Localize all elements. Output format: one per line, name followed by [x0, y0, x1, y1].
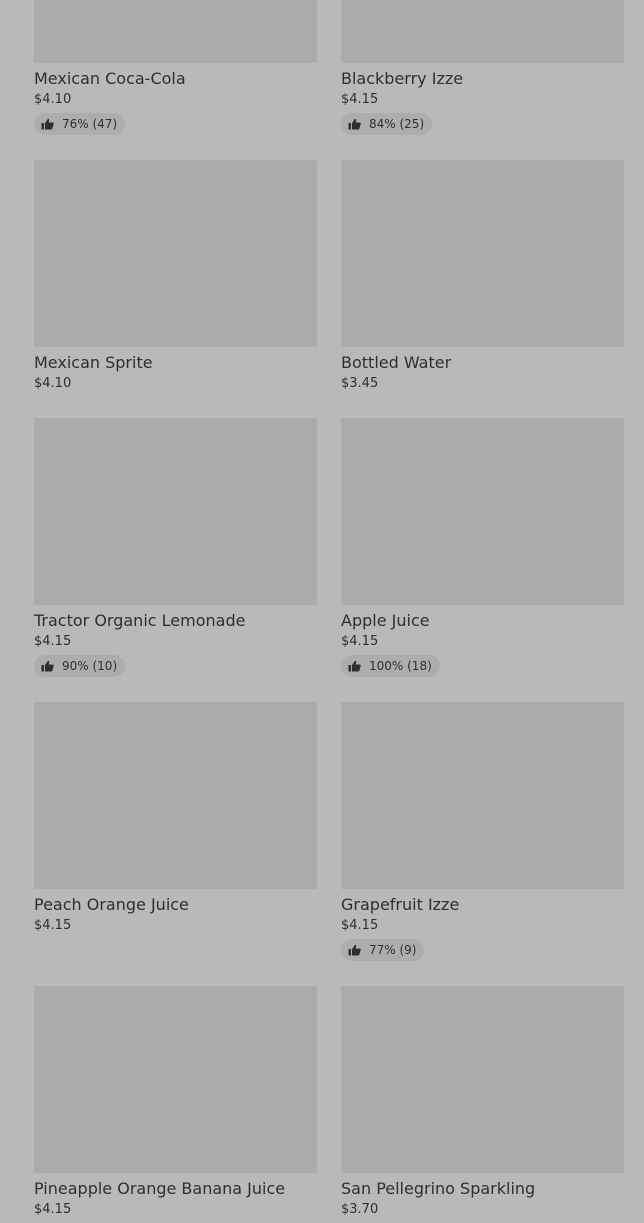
- item-price: $3.45: [341, 376, 379, 391]
- thumbs-up-icon: [41, 660, 54, 672]
- rating-badge: 77% (9): [341, 939, 425, 961]
- thumbs-up-icon: [348, 118, 361, 130]
- item-price: $4.15: [341, 918, 379, 933]
- item-name: Tractor Organic Lemonade: [34, 611, 246, 630]
- item-image: [341, 986, 624, 1173]
- rating-text: 76% (47): [62, 117, 118, 131]
- item-price: $4.10: [34, 92, 72, 107]
- item-price: $4.15: [34, 918, 72, 933]
- menu-item-card[interactable]: Blackberry Izze $4.15 84% (25): [341, 0, 624, 135]
- menu-item-card[interactable]: Bottled Water $3.45: [341, 160, 624, 393]
- rating-badge: 100% (18): [341, 655, 440, 677]
- menu-item-card[interactable]: Mexican Sprite $4.10: [34, 160, 317, 393]
- item-image: [34, 986, 317, 1173]
- item-price: $4.15: [34, 1202, 72, 1217]
- item-name: Grapefruit Izze: [341, 895, 460, 914]
- item-image: [34, 702, 317, 889]
- item-image: [34, 0, 317, 63]
- item-price: $4.15: [34, 634, 72, 649]
- item-image: [341, 160, 624, 347]
- item-name: San Pellegrino Sparkling: [341, 1179, 536, 1198]
- menu-item-grid: Mexican Coca-Cola $4.10 76% (47) Blackbe…: [34, 0, 624, 1219]
- rating-text: 90% (10): [62, 659, 118, 673]
- menu-item-card[interactable]: Tractor Organic Lemonade $4.15 90% (10): [34, 418, 317, 677]
- menu-item-card[interactable]: Grapefruit Izze $4.15 77% (9): [341, 702, 624, 961]
- rating-badge: 90% (10): [34, 655, 126, 677]
- item-image: [341, 418, 624, 605]
- item-image: [34, 418, 317, 605]
- item-name: Blackberry Izze: [341, 69, 464, 88]
- rating-badge: 76% (47): [34, 113, 126, 135]
- rating-text: 84% (25): [369, 117, 425, 131]
- thumbs-up-icon: [348, 944, 361, 956]
- item-name: Peach Orange Juice: [34, 895, 189, 914]
- item-name: Pineapple Orange Banana Juice: [34, 1179, 286, 1198]
- item-price: $4.15: [341, 634, 379, 649]
- menu-item-card[interactable]: Mexican Coca-Cola $4.10 76% (47): [34, 0, 317, 135]
- item-image: [341, 702, 624, 889]
- thumbs-up-icon: [41, 118, 54, 130]
- item-name: Mexican Coca-Cola: [34, 69, 186, 88]
- menu-item-card[interactable]: Pineapple Orange Banana Juice $4.15: [34, 986, 317, 1219]
- item-image: [341, 0, 624, 63]
- rating-text: 100% (18): [369, 659, 432, 673]
- item-name: Apple Juice: [341, 611, 430, 630]
- rating-text: 77% (9): [369, 943, 417, 957]
- menu-item-card[interactable]: Peach Orange Juice $4.15: [34, 702, 317, 961]
- item-name: Mexican Sprite: [34, 353, 153, 372]
- rating-badge: 84% (25): [341, 113, 433, 135]
- item-image: [34, 160, 317, 347]
- menu-item-card[interactable]: Apple Juice $4.15 100% (18): [341, 418, 624, 677]
- menu-item-card[interactable]: San Pellegrino Sparkling $3.70: [341, 986, 624, 1219]
- item-name: Bottled Water: [341, 353, 452, 372]
- item-price: $4.15: [341, 92, 379, 107]
- item-price: $4.10: [34, 376, 72, 391]
- item-price: $3.70: [341, 1202, 379, 1217]
- thumbs-up-icon: [348, 660, 361, 672]
